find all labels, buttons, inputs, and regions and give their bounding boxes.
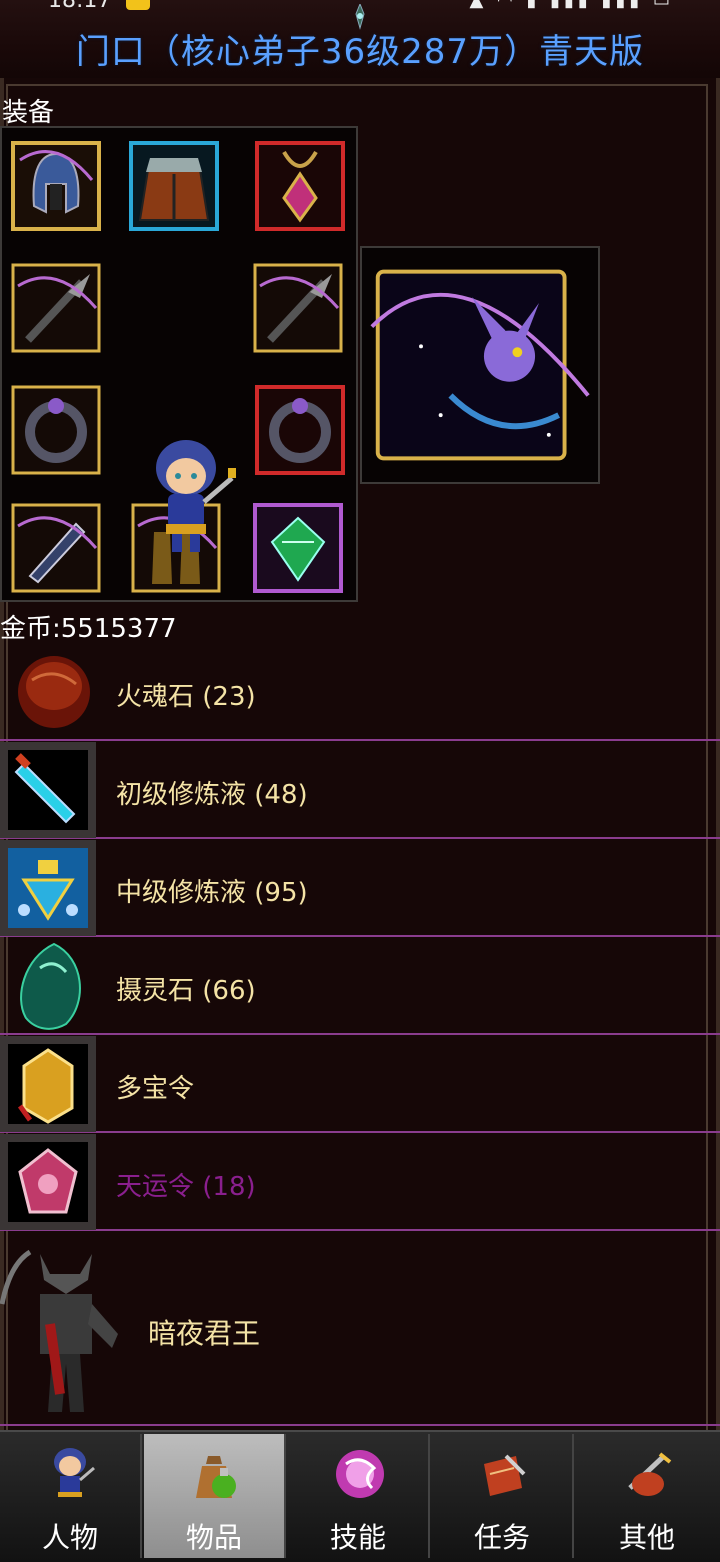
right-ring-slot[interactable]	[254, 384, 346, 476]
tab-label: 人物	[41, 1521, 98, 1554]
boss-name: 暗夜君王	[148, 1317, 261, 1350]
treasure-token-icon	[0, 1036, 96, 1132]
tab-character[interactable]: 人物	[0, 1434, 142, 1558]
bag-icon	[188, 1444, 244, 1504]
character-icon	[44, 1444, 100, 1504]
status-time: 18:17	[48, 0, 112, 13]
left-ring-slot[interactable]	[10, 384, 102, 476]
mid-potion-icon	[0, 840, 96, 936]
item-name: 初级修炼液 (48)	[116, 780, 308, 810]
status-bar: 18:17 ▲ ◠ ▮ ▮▮▮ ▮▮▮ ▭	[0, 0, 720, 14]
tab-label: 任务	[473, 1521, 530, 1554]
tab-label: 其他	[618, 1521, 675, 1554]
list-item[interactable]: 中级修炼液 (95)	[0, 840, 720, 937]
quest-icon	[476, 1444, 532, 1504]
list-item[interactable]: 火魂石 (23)	[0, 644, 720, 741]
spirit-stone-icon	[0, 938, 96, 1034]
item-name: 中级修炼液 (95)	[116, 878, 308, 908]
list-item[interactable]: 摄灵石 (66)	[0, 938, 720, 1035]
cloak-slot[interactable]	[128, 140, 220, 232]
fire-soul-stone-icon	[0, 644, 96, 740]
right-weapon-slot[interactable]	[252, 262, 344, 354]
page-title: 门口（核心弟子36级287万）青天版	[75, 32, 645, 72]
tab-label: 技能	[329, 1521, 386, 1554]
tab-label: 物品	[185, 1521, 242, 1554]
item-name: 多宝令	[116, 1074, 195, 1104]
boss-item[interactable]: 暗夜君王	[0, 1230, 720, 1426]
pet-slot[interactable]	[360, 246, 600, 484]
bracer-slot[interactable]	[10, 502, 102, 594]
fortune-token-icon	[0, 1134, 96, 1230]
item-name: 火魂石 (23)	[116, 682, 256, 712]
bottom-tab-bar: 人物 物品 技能 任务 其他	[0, 1430, 720, 1562]
tab-quests[interactable]: 任务	[432, 1434, 574, 1558]
amulet-slot[interactable]	[254, 140, 346, 232]
hero-avatar	[156, 440, 236, 552]
gold-counter: 金币:5515377	[0, 614, 177, 644]
helmet-slot[interactable]	[10, 140, 102, 232]
gem-slot[interactable]	[252, 502, 344, 594]
skill-icon	[332, 1444, 388, 1504]
list-item[interactable]: 多宝令	[0, 1036, 720, 1133]
item-name: 摄灵石 (66)	[116, 976, 256, 1006]
tab-other[interactable]: 其他	[576, 1434, 718, 1558]
equipment-panel	[0, 126, 358, 602]
left-weapon-slot[interactable]	[10, 262, 102, 354]
boss-portrait	[0, 1249, 118, 1412]
app-badge-icon	[126, 0, 150, 10]
other-icon	[620, 1444, 676, 1504]
status-icons: ▲ ◠ ▮ ▮▮▮ ▮▮▮ ▭	[469, 0, 674, 11]
tab-items[interactable]: 物品	[144, 1434, 286, 1558]
tab-skills[interactable]: 技能	[288, 1434, 430, 1558]
item-name: 天运令 (18)	[116, 1172, 256, 1202]
list-item[interactable]: 初级修炼液 (48)	[0, 742, 720, 839]
list-item[interactable]: 天运令 (18)	[0, 1134, 720, 1231]
blue-potion-icon	[0, 742, 96, 838]
equipment-label: 装备	[2, 98, 55, 128]
